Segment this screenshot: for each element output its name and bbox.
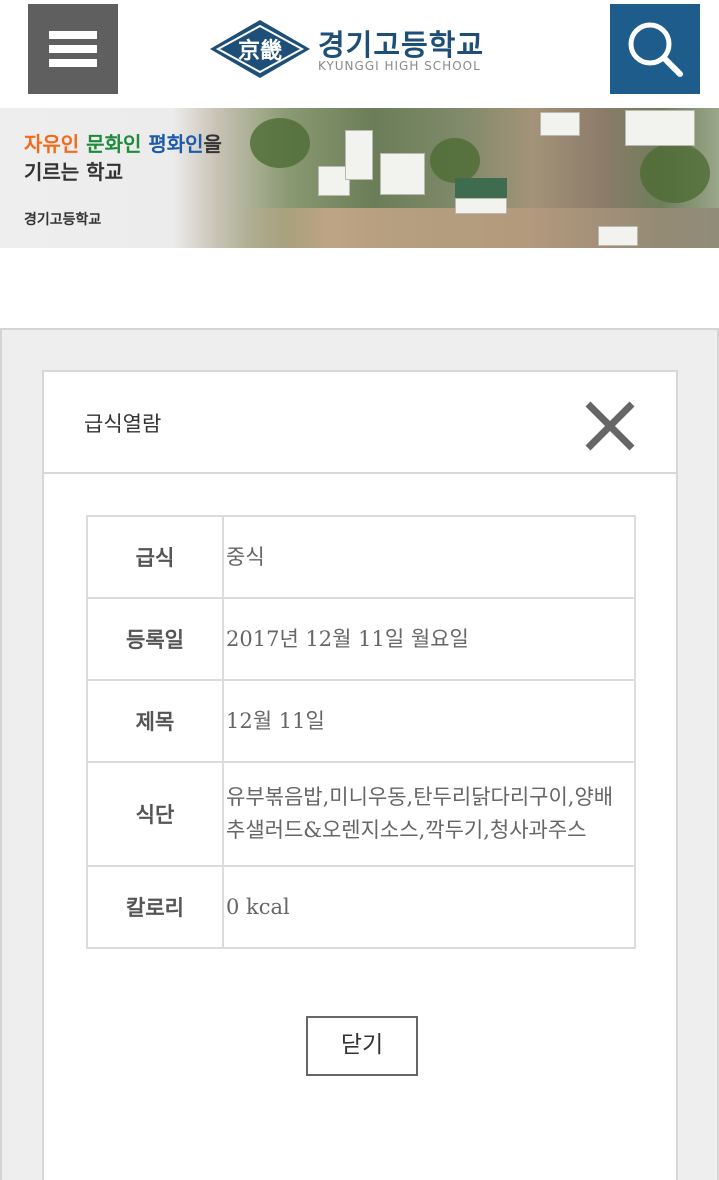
- slogan-part-2: 문화인: [86, 132, 149, 156]
- row-label-title: 제목: [86, 679, 224, 763]
- banner-tree: [430, 138, 480, 183]
- emblem-text: 京畿: [238, 38, 282, 64]
- modal-title: 급식열람: [84, 412, 162, 436]
- row-label-calories: 칼로리: [86, 865, 224, 949]
- search-glyph: [628, 22, 683, 77]
- row-value-title: 12월 11일: [222, 679, 636, 763]
- row-value-meal-type: 중식: [222, 515, 636, 599]
- logo-subtitle: KYUNGGI HIGH SCHOOL: [318, 59, 481, 73]
- table-row: 등록일 2017년 12월 11일 월요일: [86, 597, 636, 681]
- search-icon[interactable]: [610, 4, 700, 94]
- table-row: 급식 중식: [86, 515, 636, 599]
- row-label-meal-type: 급식: [86, 515, 224, 599]
- meal-modal: 급식열람 급식 중식 등록일 2017년 12월 11일 월요일 제목 12월 …: [42, 370, 678, 1180]
- banner-building: [345, 130, 373, 180]
- slogan-part-3: 평화인: [148, 132, 204, 156]
- logo-title: 경기고등학교: [318, 28, 485, 62]
- row-value-calories: 0 kcal: [222, 865, 636, 949]
- site-header: 京畿 경기고등학교 KYUNGGI HIGH SCHOOL: [0, 0, 719, 108]
- school-logo[interactable]: 京畿 경기고등학교 KYUNGGI HIGH SCHOOL: [208, 18, 508, 80]
- banner-gym-roof: [455, 178, 507, 200]
- meal-info-table: 급식 중식 등록일 2017년 12월 11일 월요일 제목 12월 11일 식…: [86, 515, 636, 949]
- slogan-part-1: 자유인: [24, 132, 87, 156]
- banner-field: [230, 208, 719, 248]
- modal-header: 급식열람: [44, 372, 676, 474]
- close-button[interactable]: 닫기: [306, 1016, 418, 1076]
- slogan-line-2: 기르는 학교: [24, 160, 123, 184]
- banner-tree: [250, 118, 310, 168]
- row-label-menu: 식단: [86, 761, 224, 867]
- slogan-part-4: 을: [203, 132, 222, 156]
- hero-banner: 자유인 문화인 평화인을 기르는 학교 경기고등학교: [0, 108, 719, 248]
- banner-building: [598, 226, 638, 246]
- table-row: 식단 유부볶음밥,미니우동,탄두리닭다리구이,양배추샐러드&오렌지소스,깍두기,…: [86, 761, 636, 867]
- row-value-menu: 유부볶음밥,미니우동,탄두리닭다리구이,양배추샐러드&오렌지소스,깍두기,청사과…: [222, 761, 636, 867]
- row-value-date: 2017년 12월 11일 월요일: [222, 597, 636, 681]
- banner-tree: [640, 143, 710, 203]
- banner-building: [540, 112, 580, 136]
- banner-building: [455, 198, 507, 214]
- hamburger-menu-icon[interactable]: [28, 4, 118, 94]
- banner-slogan: 자유인 문화인 평화인을 기르는 학교: [24, 130, 222, 186]
- close-icon[interactable]: [582, 398, 638, 454]
- banner-school-name: 경기고등학교: [24, 212, 102, 228]
- row-label-date: 등록일: [86, 597, 224, 681]
- banner-apartment: [625, 110, 695, 146]
- table-row: 칼로리 0 kcal: [86, 865, 636, 949]
- banner-building: [380, 153, 425, 195]
- table-row: 제목 12월 11일: [86, 679, 636, 763]
- school-emblem-icon: 京畿: [210, 20, 310, 78]
